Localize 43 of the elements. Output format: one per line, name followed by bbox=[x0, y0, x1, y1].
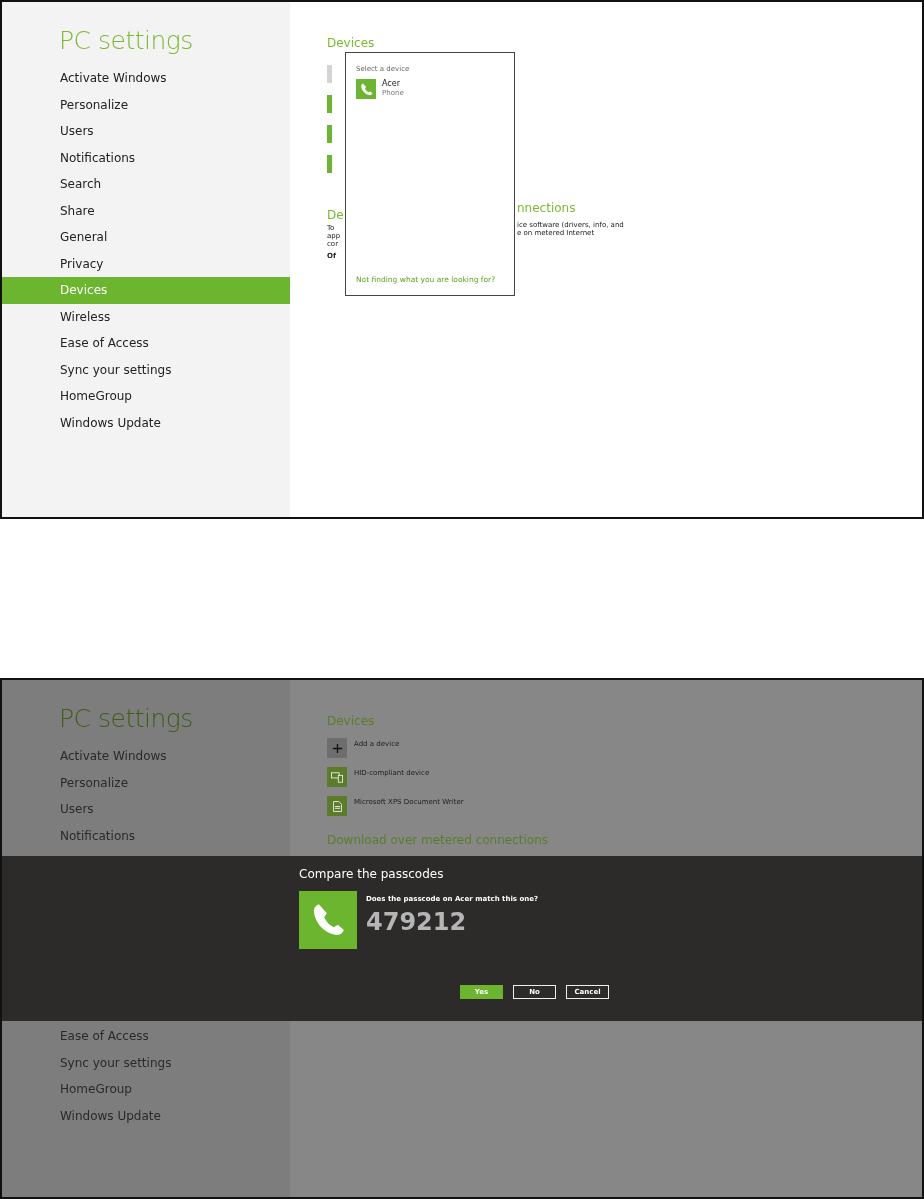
sidebar-item[interactable]: HomeGroup bbox=[2, 383, 290, 410]
device-tile[interactable] bbox=[327, 65, 332, 83]
device-name: Acer bbox=[382, 79, 401, 89]
app-title: PC settings bbox=[58, 703, 194, 735]
sidebar-item[interactable]: Notifications bbox=[2, 822, 290, 849]
devices-icon bbox=[331, 771, 343, 783]
sidebar-item[interactable]: Privacy bbox=[2, 250, 290, 277]
sidebar-item[interactable]: Users bbox=[2, 796, 290, 823]
sidebar-item[interactable]: Activate Windows bbox=[2, 65, 290, 92]
phone-icon bbox=[356, 79, 376, 99]
section-heading: Devices bbox=[327, 713, 376, 730]
device-tile[interactable] bbox=[327, 155, 332, 173]
sidebar-item[interactable]: Wireless bbox=[2, 303, 290, 330]
sidebar-item[interactable]: Personalize bbox=[2, 769, 290, 796]
phone-icon bbox=[299, 891, 357, 949]
device-tile[interactable] bbox=[327, 738, 347, 758]
sidebar-item[interactable]: Personalize bbox=[2, 91, 290, 118]
sidebar-item[interactable]: Windows Update bbox=[2, 1102, 290, 1129]
sidebar-item[interactable]: General bbox=[2, 224, 290, 251]
device-tile[interactable] bbox=[327, 95, 332, 113]
sidebar-item[interactable]: Ease of Access bbox=[2, 1023, 290, 1050]
device-tile[interactable] bbox=[327, 125, 332, 143]
sidebar-item[interactable]: Activate Windows bbox=[2, 743, 290, 770]
device-tile[interactable] bbox=[327, 796, 347, 816]
sidebar-item[interactable]: Windows Update bbox=[2, 409, 290, 436]
document-icon bbox=[332, 800, 342, 812]
section-heading: nnections bbox=[517, 201, 576, 215]
app-title: PC settings bbox=[58, 25, 194, 57]
sidebar-item[interactable]: HomeGroup bbox=[2, 1076, 290, 1103]
section-heading: Devices bbox=[327, 35, 376, 52]
sidebar-item[interactable]: Notifications bbox=[2, 144, 290, 171]
dialog-title: Compare the passcodes bbox=[299, 866, 445, 882]
section-heading: De bbox=[327, 207, 345, 224]
sidebar-item[interactable]: Sync your settings bbox=[2, 356, 290, 383]
section-heading: Download over metered connections bbox=[327, 833, 550, 847]
plus-icon bbox=[331, 742, 343, 754]
passcode-text: 479212 bbox=[366, 908, 468, 936]
device-tile[interactable] bbox=[327, 767, 347, 787]
sidebar-item[interactable]: Users bbox=[2, 118, 290, 145]
sidebar-item[interactable]: Sync your settings bbox=[2, 1049, 290, 1076]
sidebar-item[interactable]: Share bbox=[2, 197, 290, 224]
sidebar-item[interactable]: Ease of Access bbox=[2, 330, 290, 357]
sidebar-item[interactable]: Search bbox=[2, 171, 290, 198]
